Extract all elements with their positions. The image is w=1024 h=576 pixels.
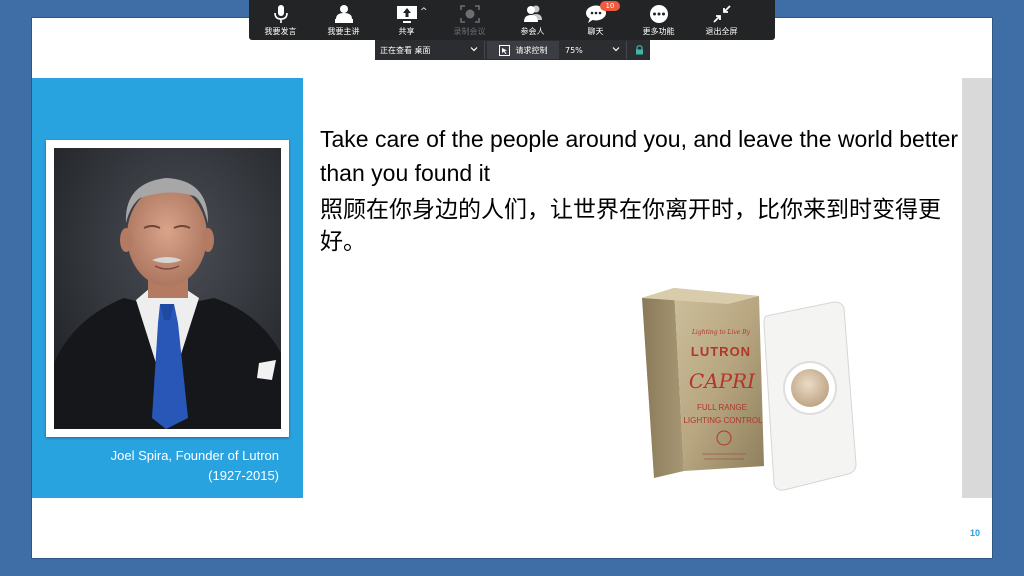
present-button-label: 我要主讲: [327, 27, 360, 36]
chat-unread-badge: 10: [600, 1, 620, 11]
record-button[interactable]: 录制会议: [438, 0, 501, 40]
participants-button[interactable]: 参会人: [501, 0, 564, 40]
portrait-caption-years: (1927-2015): [208, 468, 279, 483]
more-button-label: 更多功能: [642, 27, 675, 36]
share-button-label: 共享: [398, 27, 415, 36]
participants-button-label: 参会人: [520, 27, 545, 36]
quote-english: Take care of the people around you, and …: [320, 126, 959, 186]
more-button[interactable]: 更多功能: [627, 0, 690, 40]
viewing-source-select[interactable]: 正在查看 桌面: [375, 41, 485, 59]
more-icon: [649, 5, 668, 23]
slide-side-strip: [962, 78, 992, 498]
chat-button-label: 聊天: [587, 27, 604, 36]
zoom-level-select[interactable]: 75%: [561, 41, 627, 59]
request-control-button[interactable]: 请求控制: [487, 41, 559, 59]
chat-button[interactable]: 10 聊天: [564, 0, 627, 40]
founder-portrait: [54, 148, 281, 429]
exit-fullscreen-icon: [712, 5, 731, 23]
presenter-icon: [334, 5, 353, 23]
chevron-down-icon: [612, 47, 620, 52]
photo-panel: Joel Spira, Founder of Lutron (1927-2015…: [32, 78, 303, 498]
lutron-capri-product-image: Lighting to Live By LUTRON CAPRI FULL RA…: [642, 288, 857, 491]
speak-button[interactable]: 我要发言: [249, 0, 312, 40]
speak-button-label: 我要发言: [264, 27, 297, 36]
shared-screen-slide: Joel Spira, Founder of Lutron (1927-2015…: [32, 18, 992, 558]
share-screen-icon: [396, 6, 417, 23]
lock-icon[interactable]: [635, 45, 644, 55]
share-options-caret-icon[interactable]: ^: [420, 8, 428, 17]
product-box-brand: LUTRON: [691, 344, 751, 359]
product-box-tagline: Lighting to Live By: [691, 329, 751, 336]
zoom-level-label: 75%: [565, 45, 583, 55]
chevron-down-icon: [470, 47, 478, 52]
exit-fullscreen-button-label: 退出全屏: [705, 27, 738, 36]
exit-fullscreen-button[interactable]: 退出全屏: [690, 0, 753, 40]
microphone-icon: [273, 5, 288, 23]
portrait-frame: [46, 140, 289, 437]
present-button[interactable]: 我要主讲: [312, 0, 375, 40]
meeting-toolbar: 我要发言 我要主讲 ^ 共享 录制会议 参会人 10 聊天 更多功能 退出全屏: [249, 0, 775, 40]
remote-control-icon: [498, 44, 510, 56]
slide-page-number: 10: [970, 528, 981, 538]
participants-icon: [523, 5, 542, 22]
viewing-source-label: 正在查看 桌面: [380, 45, 431, 55]
product-box-line1: FULL RANGE: [697, 403, 747, 412]
share-button[interactable]: ^ 共享: [375, 0, 438, 40]
record-icon: [459, 5, 480, 23]
portrait-caption-name: Joel Spira, Founder of Lutron: [110, 448, 279, 463]
quote-chinese: 照顾在你身边的人们，让世界在你离开时，比你来到时变得更好。: [320, 197, 941, 255]
request-control-label: 请求控制: [515, 45, 548, 55]
record-button-label: 录制会议: [453, 27, 486, 36]
view-control-strip: 正在查看 桌面 请求控制 75%: [375, 40, 650, 60]
product-box-model: CAPRI: [689, 369, 756, 393]
product-box-line2: LIGHTING CONTROL: [683, 416, 763, 425]
